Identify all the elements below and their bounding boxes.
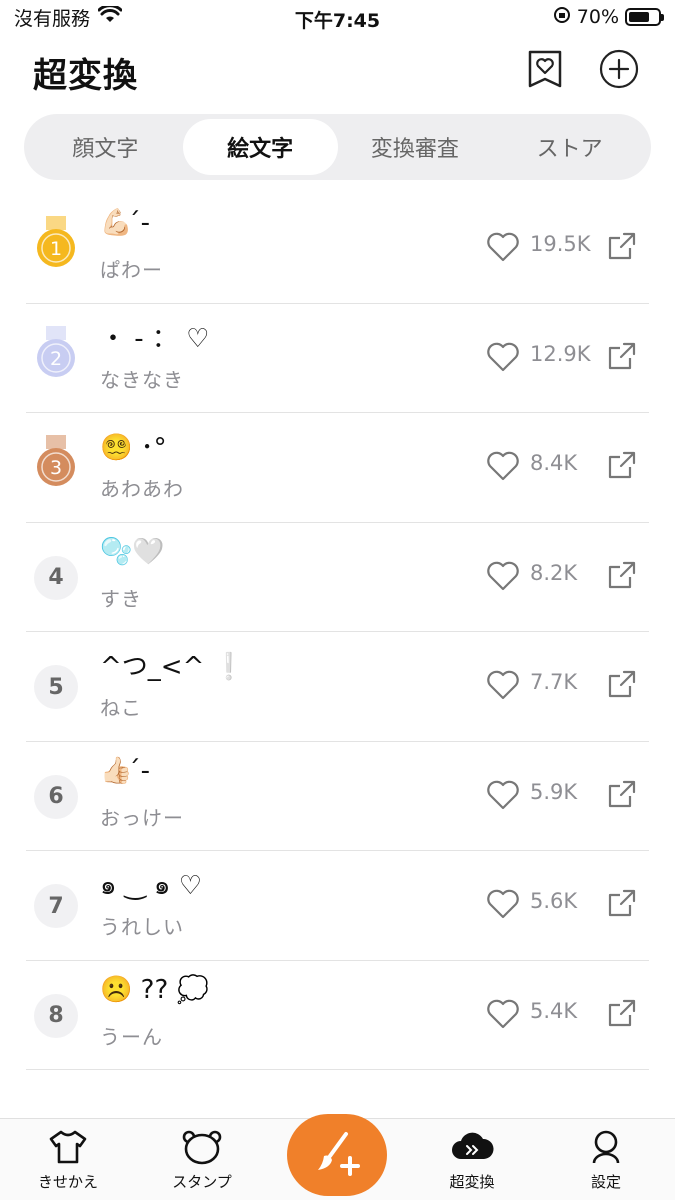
emoji-text: ^つ_<^ ❕ xyxy=(100,652,245,682)
tab-2[interactable]: 変換審査 xyxy=(338,119,493,175)
plus-circle-icon xyxy=(599,49,639,89)
list-item[interactable]: 7 ๑ ‿ ๑ ♡ うれしい 5.6K xyxy=(26,851,649,961)
battery-percent: 70% xyxy=(576,6,619,28)
list-item[interactable]: 6 👍🏻 ́- おっけー 5.9K xyxy=(26,742,649,851)
carrier-label: 沒有服務 xyxy=(14,7,91,30)
emoji-reading: すき xyxy=(100,586,142,611)
rank-number: 5 xyxy=(34,665,78,709)
header: 超変換 xyxy=(0,44,675,100)
rank-number: 7 xyxy=(34,884,78,928)
orientation-lock-icon xyxy=(553,6,571,29)
share-icon[interactable] xyxy=(606,559,638,591)
tab-settings[interactable]: 設定 xyxy=(551,1129,661,1192)
share-icon[interactable] xyxy=(606,340,638,372)
emoji-text: 😵‍💫 ･° xyxy=(100,433,167,463)
emoji-text: ・ - ： ♡ xyxy=(100,323,210,354)
emoji-text: 👍🏻 ́- xyxy=(100,755,151,786)
heart-icon[interactable] xyxy=(486,342,520,372)
list-item[interactable]: 4 🫧🤍 すき 8.2K xyxy=(26,523,649,632)
wifi-icon xyxy=(97,3,123,29)
heart-icon[interactable] xyxy=(486,999,520,1029)
emoji-reading: あわあわ xyxy=(100,477,184,501)
heart-icon[interactable] xyxy=(486,561,520,591)
like-count: 8.4K xyxy=(530,451,578,475)
share-icon[interactable] xyxy=(606,997,638,1029)
brush-plus-icon xyxy=(318,1132,360,1176)
tab-label: きせかえ xyxy=(37,1173,98,1191)
emoji-reading: うれしい xyxy=(100,915,184,939)
heart-icon[interactable] xyxy=(486,780,520,810)
heart-icon[interactable] xyxy=(486,670,520,700)
like-count: 5.6K xyxy=(530,889,578,913)
page-title: 超変換 xyxy=(33,56,138,96)
emoji-text: 💪🏻 ́- xyxy=(100,208,151,238)
heart-icon[interactable] xyxy=(486,451,520,481)
rank-number: 2 xyxy=(50,348,62,370)
person-icon xyxy=(592,1130,620,1164)
create-button[interactable] xyxy=(285,1106,391,1198)
share-icon[interactable] xyxy=(606,887,638,919)
like-count: 12.9K xyxy=(530,341,591,366)
emoji-text: ☹️ ?? 💭 xyxy=(100,974,209,1005)
emoji-reading: ねこ xyxy=(100,696,142,720)
rank-number: 1 xyxy=(50,238,62,260)
like-count: 5.4K xyxy=(530,998,578,1023)
tab-stamp[interactable]: スタンプ xyxy=(147,1129,257,1192)
tab-chohenkan[interactable]: 超変換 xyxy=(417,1129,527,1192)
heart-icon[interactable] xyxy=(486,232,520,262)
category-tabs: 顔文字 絵文字 変換審査 ストア xyxy=(24,114,651,180)
list-item[interactable]: 8 ☹️ ?? 💭 うーん 5.4K xyxy=(26,961,649,1070)
like-count: 7.7K xyxy=(530,670,578,694)
emoji-reading: おっけー xyxy=(100,805,184,830)
like-count: 19.5K xyxy=(530,232,591,256)
rank-number: 8 xyxy=(34,993,78,1038)
cloud-forward-icon xyxy=(452,1132,494,1159)
add-button[interactable] xyxy=(599,49,639,89)
share-icon[interactable] xyxy=(606,449,638,481)
tab-label: 超変換 xyxy=(449,1173,495,1191)
rank-number: 6 xyxy=(34,774,78,819)
shirt-icon xyxy=(49,1130,87,1164)
share-icon[interactable] xyxy=(606,668,638,700)
like-count: 5.9K xyxy=(530,779,578,804)
ranking-list: 1 💪🏻 ́- ぱわー 19.5K 2 ・ - ： ♡ なきなき 12.9K 3 😵‍💫 ･° あわ… xyxy=(0,194,675,1070)
tab-kisekae[interactable]: きせかえ xyxy=(13,1129,123,1192)
rank-number: 4 xyxy=(34,555,78,600)
list-item[interactable]: 2 ・ - ： ♡ なきなき 12.9K xyxy=(26,304,649,413)
emoji-text: 🫧🤍 xyxy=(100,536,165,567)
tab-3[interactable]: ストア xyxy=(492,119,647,175)
share-icon[interactable] xyxy=(606,778,638,810)
share-icon[interactable] xyxy=(606,230,638,262)
favorites-button[interactable] xyxy=(525,49,565,89)
list-item[interactable]: 3 😵‍💫 ･° あわあわ 8.4K xyxy=(26,413,649,523)
like-count: 8.2K xyxy=(530,560,578,585)
status-bar: 沒有服務 70% xyxy=(0,0,675,34)
tab-label: 設定 xyxy=(590,1173,621,1191)
heart-bookmark-icon xyxy=(528,50,562,88)
battery-icon xyxy=(625,8,664,26)
emoji-reading: なきなき xyxy=(100,367,184,392)
emoji-text: ๑ ‿ ๑ ♡ xyxy=(100,871,203,901)
rank-number: 3 xyxy=(50,457,62,479)
bronze-medal-icon: 3 xyxy=(37,435,75,486)
emoji-reading: ぱわー xyxy=(100,258,163,282)
tab-label: スタンプ xyxy=(172,1173,232,1191)
bear-face-icon xyxy=(182,1130,222,1165)
list-item[interactable]: 5 ^つ_<^ ❕ ねこ 7.7K xyxy=(26,632,649,742)
heart-icon[interactable] xyxy=(486,889,520,919)
silver-medal-icon: 2 xyxy=(37,325,75,377)
emoji-reading: うーん xyxy=(100,1024,163,1049)
tab-1[interactable]: 絵文字 xyxy=(182,119,338,175)
gold-medal-icon: 1 xyxy=(37,216,75,267)
tab-0[interactable]: 顔文字 xyxy=(28,119,183,175)
list-item[interactable]: 1 💪🏻 ́- ぱわー 19.5K xyxy=(26,194,649,304)
